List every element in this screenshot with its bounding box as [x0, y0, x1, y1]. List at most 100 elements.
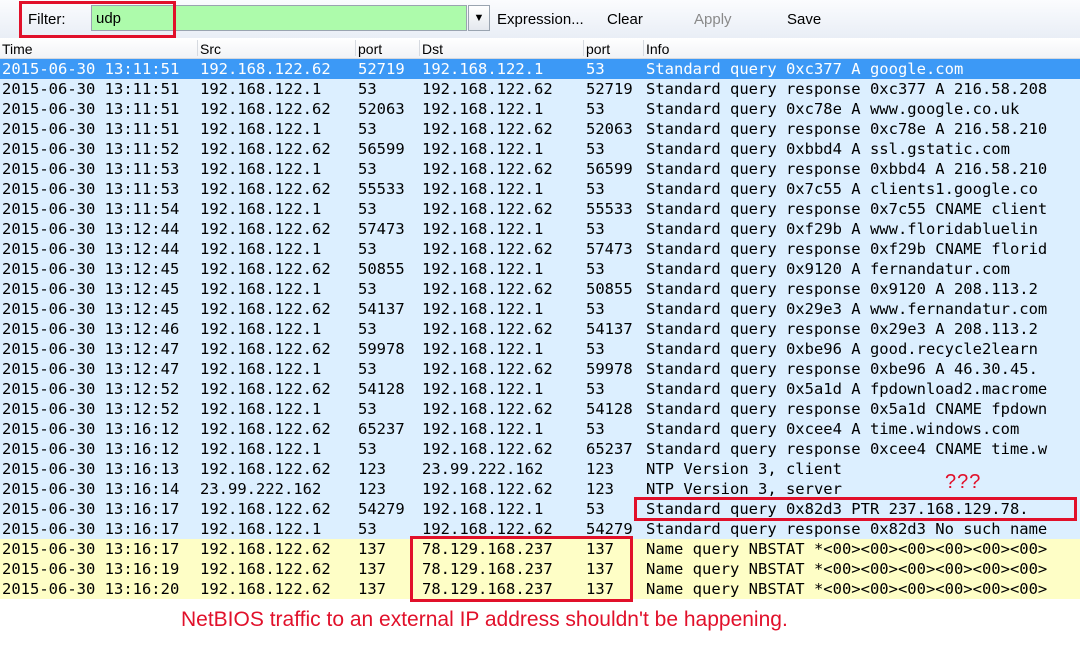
packet-row[interactable]: 2015-06-30 13:11:52 192.168.122.62 56599 19… [0, 139, 1080, 159]
cell-time: 2015-06-30 13:11:51 [2, 100, 180, 118]
packet-row[interactable]: 2015-06-30 13:12:52 192.168.122.62 54128 19… [0, 379, 1080, 399]
cell-src-port: 56599 [358, 140, 405, 158]
packet-row[interactable]: 2015-06-30 13:16:12 192.168.122.1 53 192.16… [0, 439, 1080, 459]
cell-dst-port: 54137 [586, 320, 633, 338]
cell-src: 192.168.122.62 [200, 500, 331, 518]
cell-time: 2015-06-30 13:16:12 [2, 440, 180, 458]
column-divider[interactable] [643, 40, 644, 56]
packet-row[interactable]: 2015-06-30 13:12:46 192.168.122.1 53 192.16… [0, 319, 1080, 339]
cell-time: 2015-06-30 13:11:51 [2, 60, 180, 78]
cell-src: 192.168.122.62 [200, 300, 331, 318]
column-divider[interactable] [419, 40, 420, 56]
cell-time: 2015-06-30 13:11:54 [2, 200, 180, 218]
cell-dst: 78.129.168.237 [422, 560, 553, 578]
column-divider[interactable] [197, 40, 198, 56]
cell-dst: 192.168.122.1 [422, 340, 544, 358]
cell-dst-port: 52063 [586, 120, 633, 138]
column-header-time[interactable]: Time [2, 41, 33, 57]
cell-src: 192.168.122.62 [200, 180, 331, 198]
cell-src: 192.168.122.1 [200, 120, 322, 138]
filter-history-dropdown[interactable]: ▼ [468, 5, 490, 31]
cell-dst-port: 137 [586, 540, 614, 558]
cell-info: Standard query response 0x82d3 No such n… [646, 520, 1048, 538]
cell-dst: 192.168.122.62 [422, 360, 553, 378]
filter-value[interactable]: udp [96, 10, 121, 27]
packet-row[interactable]: 2015-06-30 13:12:44 192.168.122.62 57473 19… [0, 219, 1080, 239]
packet-row[interactable]: 2015-06-30 13:16:20 192.168.122.62 137 78.1… [0, 579, 1080, 599]
cell-dst-port: 56599 [586, 160, 633, 178]
expression-button[interactable]: Expression... [497, 11, 584, 28]
packet-row[interactable]: 2015-06-30 13:11:51 192.168.122.1 53 192.16… [0, 79, 1080, 99]
column-header-src[interactable]: Src [200, 41, 221, 57]
column-divider[interactable] [355, 40, 356, 56]
apply-button[interactable]: Apply [694, 11, 732, 28]
column-header-dst[interactable]: Dst [422, 41, 443, 57]
cell-dst-port: 53 [586, 140, 605, 158]
cell-src: 192.168.122.1 [200, 440, 322, 458]
packet-row[interactable]: 2015-06-30 13:16:17 192.168.122.62 137 78.1… [0, 539, 1080, 559]
cell-dst: 78.129.168.237 [422, 540, 553, 558]
cell-dst-port: 53 [586, 260, 605, 278]
packet-row[interactable]: 2015-06-30 13:16:13 192.168.122.62 123 23.9… [0, 459, 1080, 479]
cell-dst: 192.168.122.62 [422, 400, 553, 418]
cell-src-port: 53 [358, 240, 377, 258]
cell-src: 23.99.222.162 [200, 480, 322, 498]
packet-row[interactable]: 2015-06-30 13:11:53 192.168.122.1 53 192.16… [0, 159, 1080, 179]
cell-dst-port: 137 [586, 580, 614, 598]
cell-time: 2015-06-30 13:12:44 [2, 240, 180, 258]
cell-src-port: 137 [358, 580, 386, 598]
packet-row[interactable]: 2015-06-30 13:11:51 192.168.122.1 53 192.16… [0, 119, 1080, 139]
column-divider[interactable] [583, 40, 584, 56]
cell-info: Standard query 0xcee4 A time.windows.com [646, 420, 1020, 438]
packet-row[interactable]: 2015-06-30 13:11:54 192.168.122.1 53 192.16… [0, 199, 1080, 219]
cell-dst-port: 53 [586, 340, 605, 358]
cell-dst: 192.168.122.1 [422, 100, 544, 118]
cell-info: Standard query 0xbbd4 A ssl.gstatic.com [646, 140, 1010, 158]
packet-row[interactable]: 2015-06-30 13:16:19 192.168.122.62 137 78.1… [0, 559, 1080, 579]
cell-dst-port: 53 [586, 60, 605, 78]
packet-row[interactable]: 2015-06-30 13:16:17 192.168.122.62 54279 19… [0, 499, 1080, 519]
packet-row[interactable]: 2015-06-30 13:11:51 192.168.122.62 52719 19… [0, 59, 1080, 79]
cell-src: 192.168.122.62 [200, 540, 331, 558]
column-header-src-port[interactable]: port [358, 41, 382, 57]
packet-row[interactable]: 2015-06-30 13:12:47 192.168.122.62 59978 19… [0, 339, 1080, 359]
packet-list: 2015-06-30 13:11:51 192.168.122.62 52719 19… [0, 59, 1080, 599]
save-button[interactable]: Save [787, 11, 821, 28]
cell-dst-port: 50855 [586, 280, 633, 298]
packet-row[interactable]: 2015-06-30 13:12:52 192.168.122.1 53 192.16… [0, 399, 1080, 419]
cell-src: 192.168.122.62 [200, 60, 331, 78]
column-header-info[interactable]: Info [646, 41, 669, 57]
cell-src-port: 54128 [358, 380, 405, 398]
cell-src-port: 50855 [358, 260, 405, 278]
cell-time: 2015-06-30 13:12:47 [2, 340, 180, 358]
cell-time: 2015-06-30 13:11:51 [2, 80, 180, 98]
packet-row[interactable]: 2015-06-30 13:12:44 192.168.122.1 53 192.16… [0, 239, 1080, 259]
cell-info: NTP Version 3, client [646, 460, 842, 478]
packet-row[interactable]: 2015-06-30 13:12:45 192.168.122.1 53 192.16… [0, 279, 1080, 299]
chevron-down-icon: ▼ [473, 12, 485, 24]
cell-dst: 192.168.122.62 [422, 280, 553, 298]
cell-src: 192.168.122.62 [200, 220, 331, 238]
cell-dst: 192.168.122.62 [422, 440, 553, 458]
cell-src-port: 65237 [358, 420, 405, 438]
packet-row[interactable]: 2015-06-30 13:11:53 192.168.122.62 55533 19… [0, 179, 1080, 199]
filter-toolbar: Filter: udp ▼ Expression... Clear Apply … [0, 0, 1080, 39]
cell-info: Standard query response 0xbbd4 A 216.58.… [646, 160, 1048, 178]
packet-row[interactable]: 2015-06-30 13:16:14 23.99.222.162 123 192.1… [0, 479, 1080, 499]
cell-dst: 23.99.222.162 [422, 460, 544, 478]
cell-dst-port: 123 [586, 460, 614, 478]
packet-row[interactable]: 2015-06-30 13:11:51 192.168.122.62 52063 19… [0, 99, 1080, 119]
cell-src-port: 52719 [358, 60, 405, 78]
cell-src-port: 53 [358, 160, 377, 178]
clear-button[interactable]: Clear [607, 11, 643, 28]
packet-row[interactable]: 2015-06-30 13:12:45 192.168.122.62 50855 19… [0, 259, 1080, 279]
display-filter-input[interactable]: udp [91, 5, 467, 31]
packet-row[interactable]: 2015-06-30 13:12:45 192.168.122.62 54137 19… [0, 299, 1080, 319]
cell-dst-port: 53 [586, 100, 605, 118]
packet-row[interactable]: 2015-06-30 13:12:47 192.168.122.1 53 192.16… [0, 359, 1080, 379]
netbios-note: NetBIOS traffic to an external IP addres… [181, 608, 788, 631]
column-header-dst-port[interactable]: port [586, 41, 610, 57]
packet-row[interactable]: 2015-06-30 13:16:12 192.168.122.62 65237 19… [0, 419, 1080, 439]
packet-row[interactable]: 2015-06-30 13:16:17 192.168.122.1 53 192.16… [0, 519, 1080, 539]
cell-src-port: 52063 [358, 100, 405, 118]
